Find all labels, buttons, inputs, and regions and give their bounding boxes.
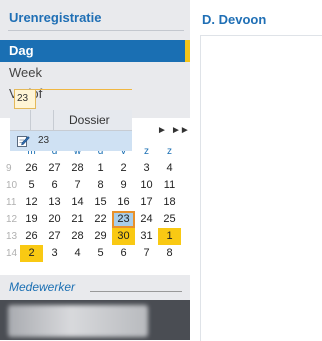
calendar-day[interactable]: 19 <box>20 211 43 228</box>
calendar-day[interactable]: 10 <box>135 177 158 194</box>
calendar-day[interactable]: 6 <box>112 245 135 262</box>
calendar-day[interactable]: 18 <box>158 194 181 211</box>
calendar-day[interactable]: 3 <box>43 245 66 262</box>
calendar-day-selected[interactable]: 23 <box>112 211 135 228</box>
calendar-day[interactable]: 5 <box>89 245 112 262</box>
calendar-day[interactable]: 21 <box>66 211 89 228</box>
next-month-icon[interactable]: ► <box>157 125 167 136</box>
calendar-day[interactable]: 4 <box>158 160 181 177</box>
weekday-label: z <box>144 146 149 157</box>
calendar-day[interactable]: 29 <box>89 228 112 245</box>
calendar-grid: m d w d V z z 9 26 27 28 1 2 3 4 10 5 6 … <box>6 143 186 262</box>
calendar-day[interactable]: 28 <box>66 228 89 245</box>
calendar-day-highlighted[interactable]: 30 <box>112 228 135 245</box>
nav-item-dag[interactable]: Dag <box>0 40 190 62</box>
calendar-day[interactable]: 17 <box>135 194 158 211</box>
calendar-day[interactable]: 26 <box>20 228 43 245</box>
content-panel <box>200 35 322 341</box>
calendar-day[interactable]: 16 <box>112 194 135 211</box>
calendar-day-highlighted[interactable]: 2 <box>20 245 43 262</box>
calendar-day[interactable]: 27 <box>43 228 66 245</box>
calendar-day[interactable]: 13 <box>43 194 66 211</box>
calendar-day[interactable]: 27 <box>43 160 66 177</box>
calendar-day[interactable]: 24 <box>135 211 158 228</box>
last-month-icon[interactable]: ►► <box>171 125 190 136</box>
calendar-day[interactable]: 6 <box>43 177 66 194</box>
week-number: 10 <box>6 180 18 191</box>
edit-icon[interactable] <box>16 134 30 148</box>
app-title: Urenregistratie <box>9 10 102 25</box>
calendar-day[interactable]: 31 <box>135 228 158 245</box>
calendar-day[interactable]: 5 <box>20 177 43 194</box>
row-dossier-value: 23 <box>38 135 50 146</box>
grid-header: Dossier <box>10 110 132 131</box>
medewerker-divider <box>90 291 182 292</box>
calendar-day[interactable]: 8 <box>89 177 112 194</box>
week-number: 12 <box>6 214 18 225</box>
filter-input[interactable]: 23 <box>14 89 36 109</box>
sidebar: Urenregistratie Dag Week Verlof ◄◄ ◄ mrt… <box>0 0 190 340</box>
calendar-day[interactable]: 7 <box>66 177 89 194</box>
calendar-day[interactable]: 8 <box>158 245 181 262</box>
calendar-day[interactable]: 20 <box>43 211 66 228</box>
calendar-day[interactable]: 14 <box>66 194 89 211</box>
week-number: 9 <box>6 163 12 174</box>
grid-header-cell <box>10 110 31 130</box>
weekday-label: z <box>167 146 172 157</box>
redacted-photo <box>8 305 148 337</box>
main-content: D. Devoon <box>190 0 322 341</box>
calendar-day[interactable]: 12 <box>20 194 43 211</box>
calendar-day[interactable]: 3 <box>135 160 158 177</box>
calendar-day[interactable]: 1 <box>89 160 112 177</box>
week-number: 13 <box>6 231 18 242</box>
calendar-day[interactable]: 11 <box>158 177 181 194</box>
calendar-day-highlighted[interactable]: 1 <box>158 228 181 245</box>
grid-header-cell <box>31 110 54 130</box>
dossier-column-header[interactable]: Dossier <box>69 113 110 127</box>
calendar-day[interactable]: 7 <box>135 245 158 262</box>
table-row[interactable]: 23 <box>10 131 132 151</box>
medewerker-label: Medewerker <box>9 280 76 294</box>
calendar-day[interactable]: 28 <box>66 160 89 177</box>
filter-row-border <box>36 89 132 90</box>
calendar-day[interactable]: 25 <box>158 211 181 228</box>
calendar-day[interactable]: 2 <box>112 160 135 177</box>
person-name: D. Devoon <box>202 12 267 27</box>
calendar-day[interactable]: 26 <box>20 160 43 177</box>
calendar-day[interactable]: 22 <box>89 211 112 228</box>
nav-item-week[interactable]: Week <box>0 62 190 84</box>
week-number: 11 <box>6 197 17 208</box>
calendar-day[interactable]: 15 <box>89 194 112 211</box>
calendar-day[interactable]: 4 <box>66 245 89 262</box>
calendar-day[interactable]: 9 <box>112 177 135 194</box>
week-number: 14 <box>6 248 18 259</box>
title-divider <box>8 30 184 31</box>
